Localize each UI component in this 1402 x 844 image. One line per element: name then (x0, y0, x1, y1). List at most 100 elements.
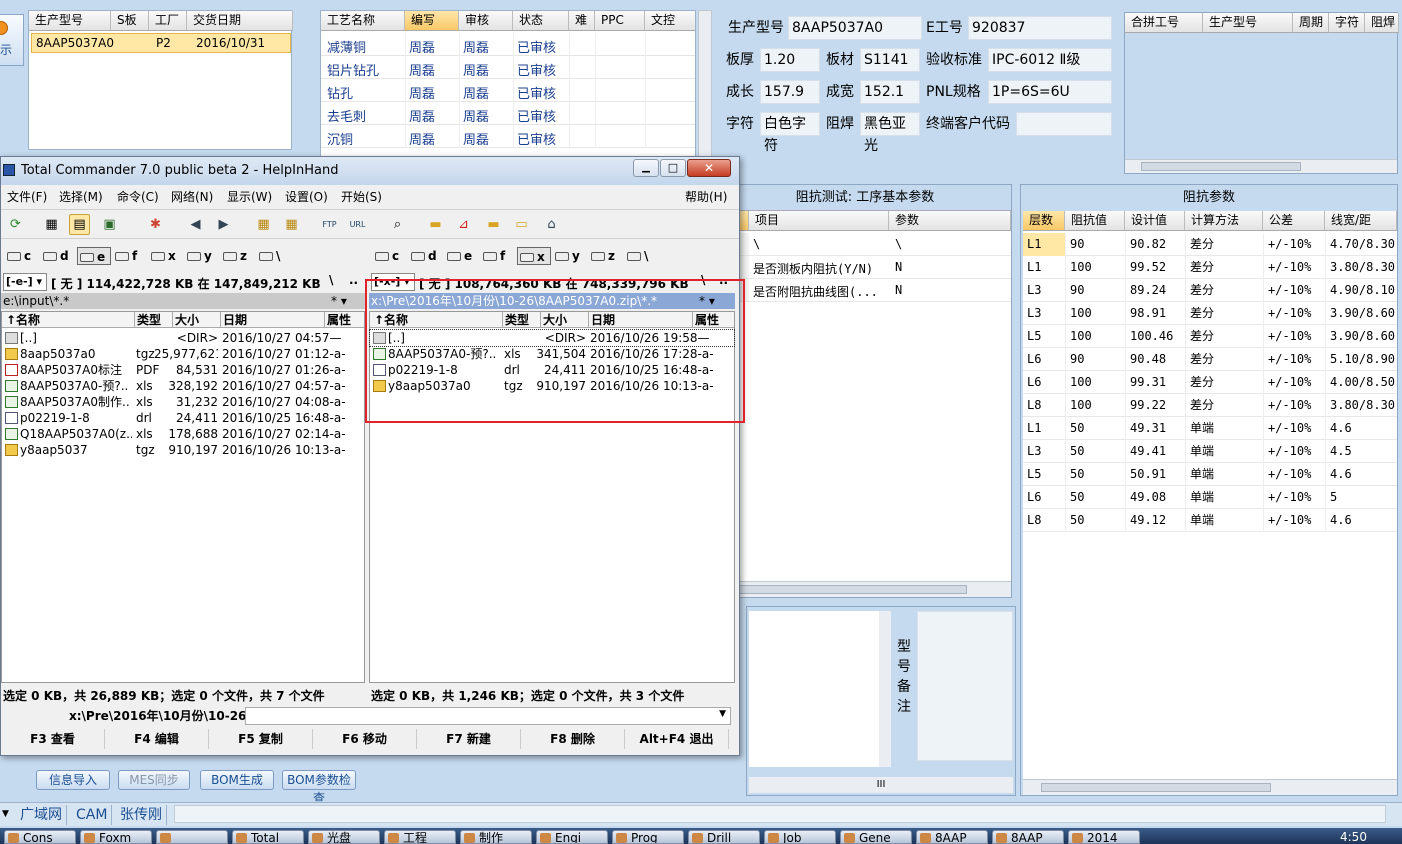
col-combine-no[interactable]: 合拼工号 (1125, 13, 1203, 33)
taskbar-item[interactable]: Foxm (80, 830, 152, 844)
tab-wan[interactable]: 广域网 (16, 805, 67, 825)
col-factory[interactable]: 工厂 (149, 11, 187, 31)
file-row[interactable]: y8aap5037 tgz 910,197 2016/10/26 10:13-a- (2, 442, 364, 458)
left-root-button[interactable]: \ (329, 273, 333, 287)
drive-button-c[interactable]: c (373, 247, 407, 265)
process-row[interactable]: 沉铜 周磊 周磊 已审核 (321, 125, 695, 148)
imptest-hscroll[interactable] (719, 581, 1011, 597)
drive-button-f[interactable]: f (481, 247, 515, 265)
drive-button-d[interactable]: d (41, 247, 75, 265)
drive-button-net[interactable]: \ (625, 247, 659, 265)
maximize-button[interactable]: □ (660, 159, 686, 177)
remark-hscroll[interactable]: III (749, 777, 1013, 793)
col-process-name[interactable]: 工艺名称 (321, 11, 405, 31)
mes-sync-button[interactable]: MES同步 (118, 770, 190, 790)
col-writer[interactable]: 编写 (405, 11, 459, 31)
process-row[interactable]: 去毛刺 周磊 周磊 已审核 (321, 102, 695, 125)
fkey-button[interactable]: F8 删除 (521, 729, 625, 749)
menu-item[interactable]: 网络(N) (171, 187, 213, 207)
pdf-icon[interactable]: ⊿ (453, 214, 474, 235)
home-icon[interactable]: ⌂ (541, 214, 562, 235)
drive-button-y[interactable]: y (185, 247, 219, 265)
cmd-input[interactable]: ▼ (245, 707, 731, 725)
imp-row[interactable]: L3 50 49.41 单端 +/-10% 4.5 (1023, 440, 1397, 463)
unpack-icon[interactable]: ▦ (281, 214, 302, 235)
menu-item[interactable]: 选择(M) (59, 187, 103, 207)
drive-button-y[interactable]: y (553, 247, 587, 265)
left-up-button[interactable]: .. (349, 273, 358, 287)
prod-field[interactable]: 8AAP5037A0 (788, 16, 922, 40)
tc-titlebar[interactable]: Total Commander 7.0 public beta 2 - Help… (1, 157, 739, 185)
std-field[interactable]: IPC-6012 Ⅱ级 (988, 48, 1112, 72)
folder-icon[interactable]: ▬ (425, 214, 446, 235)
file-row[interactable]: 8AAP5037A0制作.. xls 31,232 2016/10/27 04:08-… (2, 394, 364, 410)
drive-button-f[interactable]: f (113, 247, 147, 265)
imp-row[interactable]: L8 100 99.22 差分 +/-10% 3.80/8.30 (1023, 394, 1397, 417)
col-imp-0[interactable]: 层数 (1023, 211, 1065, 231)
col-s[interactable]: S板 (111, 11, 149, 31)
imptest-row[interactable]: \ \ (749, 233, 1011, 256)
file-row[interactable]: 8aap5037a0 tgz 25,977,621 2016/10/27 01:12-… (2, 346, 364, 362)
fkey-button[interactable]: F6 移动 (313, 729, 417, 749)
cmd-dropdown-icon[interactable]: ▼ (719, 709, 726, 719)
url-icon[interactable]: URL (347, 214, 368, 235)
close-button[interactable]: ✕ (687, 159, 731, 177)
taskbar-item[interactable]: 制作 (460, 830, 532, 844)
folder-sync-icon[interactable]: ▬ (483, 214, 504, 235)
imp-row[interactable]: L3 90 89.24 差分 +/-10% 4.90/8.10 (1023, 279, 1397, 302)
left-filter-icon[interactable]: * ▾ (331, 293, 347, 309)
combine-hscroll[interactable] (1125, 159, 1397, 173)
col-date[interactable]: 交货日期 (187, 11, 293, 31)
thick-field[interactable]: 1.20 (760, 48, 820, 72)
imp-row[interactable]: L5 100 100.46 差分 +/-10% 3.90/8.60 (1023, 325, 1397, 348)
e-field[interactable]: 920837 (968, 16, 1112, 40)
imp-row[interactable]: L6 100 99.31 差分 +/-10% 4.00/8.50 (1023, 371, 1397, 394)
taskbar-item[interactable]: Job (764, 830, 836, 844)
bom-check-button[interactable]: BOM参数检查 (282, 770, 356, 805)
fkey-button[interactable]: F5 复制 (209, 729, 313, 749)
taskbar-item[interactable] (156, 830, 228, 844)
left-path-bar[interactable]: e:\input\*.* * ▾ (1, 293, 365, 309)
ftp-icon[interactable]: FTP (319, 214, 340, 235)
drive-button-x[interactable]: x (149, 247, 183, 265)
tab-cam[interactable]: CAM (72, 805, 113, 825)
col-combine-solder[interactable]: 阻焊 (1365, 13, 1399, 33)
taskbar-item[interactable]: Engi (536, 830, 608, 844)
col-param[interactable]: 参数 (889, 211, 1011, 231)
drive-button-c[interactable]: c (5, 247, 39, 265)
col-imp-3[interactable]: 计算方法 (1185, 211, 1263, 231)
menu-item[interactable]: 设置(O) (285, 187, 328, 207)
col-status[interactable]: 状态 (513, 11, 569, 31)
cust-field[interactable] (1016, 112, 1112, 136)
brief-view-icon[interactable]: ▦ (41, 214, 62, 235)
process-row[interactable]: 减薄铜 周磊 周磊 已审核 (321, 33, 695, 56)
imp-row[interactable]: L8 50 49.12 单端 +/-10% 4.6 (1023, 509, 1397, 532)
menu-item[interactable]: 显示(W) (227, 187, 272, 207)
col-type[interactable]: 类型 (134, 312, 161, 328)
drive-button-e[interactable]: e (77, 247, 111, 265)
menu-item[interactable]: 开始(S) (341, 187, 382, 207)
len-field[interactable]: 157.9 (760, 80, 820, 104)
file-row[interactable]: 8AAP5037A0-预?.. xls 328,192 2016/10/27 04:5… (2, 378, 364, 394)
file-row[interactable]: [..] <DIR> 2016/10/27 04:57— (2, 330, 364, 346)
remark-field[interactable] (917, 611, 1013, 761)
taskbar-item[interactable]: 2014 (1068, 830, 1140, 844)
fkey-button[interactable]: F3 查看 (1, 729, 105, 749)
drive-button-z[interactable]: z (589, 247, 623, 265)
col-difficulty[interactable]: 难 (569, 11, 595, 31)
col-imp-2[interactable]: 设计值 (1125, 211, 1185, 231)
col-combine-prod[interactable]: 生产型号 (1203, 13, 1293, 33)
col-imp-4[interactable]: 公差 (1263, 211, 1325, 231)
taskbar-item[interactable]: Prog (612, 830, 684, 844)
process-scrollbar[interactable] (698, 10, 712, 160)
menu-item[interactable]: 命令(C) (117, 187, 159, 207)
taskbar-item[interactable]: 工程 (384, 830, 456, 844)
imp-row[interactable]: L5 50 50.91 单端 +/-10% 4.6 (1023, 463, 1397, 486)
fkey-button[interactable]: F4 编辑 (105, 729, 209, 749)
col-doc-ctrl[interactable]: 文控 (645, 11, 695, 31)
col-size[interactable]: 大小 (172, 312, 199, 328)
drive-button-e[interactable]: e (445, 247, 479, 265)
col-imp-5[interactable]: 线宽/距 (1325, 211, 1397, 231)
left-drive-select[interactable]: [-e-] ▾ (3, 273, 47, 291)
forward-icon[interactable]: ▶ (213, 214, 234, 235)
